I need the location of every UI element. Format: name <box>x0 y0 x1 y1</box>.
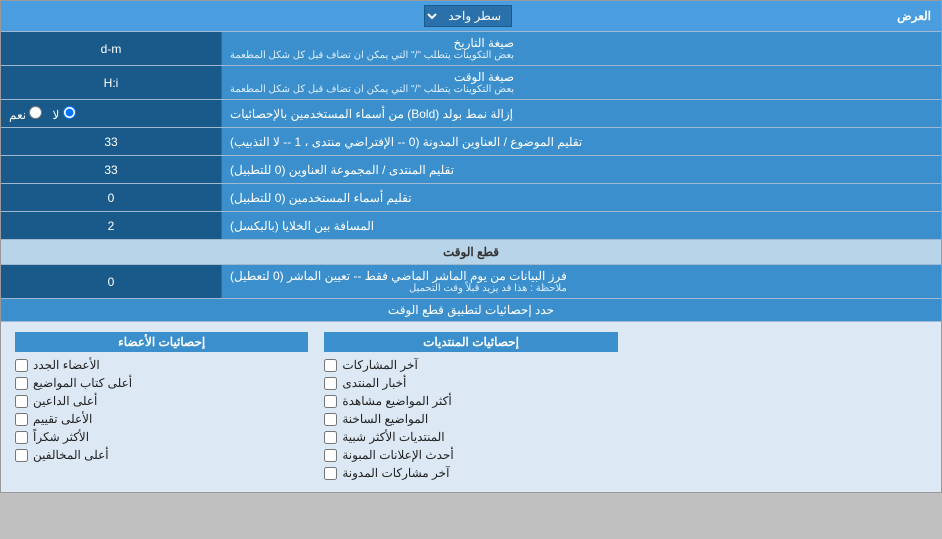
bold-remove-radio-container: لا نعم <box>1 100 221 127</box>
time-format-input-container <box>1 66 221 99</box>
display-select[interactable]: سطر واحد سطرين ثلاثة أسطر <box>424 5 512 27</box>
checkbox-item: آخر مشاركات المدونة <box>324 464 617 482</box>
time-format-label: صيغة الوقت بعض التكوينات يتطلب "/" التي … <box>221 66 941 99</box>
checkbox-mawadee-sakhina[interactable] <box>324 413 337 426</box>
apply-col <box>626 328 935 486</box>
usernames-input-container <box>1 184 221 211</box>
checkbox-ala-daeen[interactable] <box>15 395 28 408</box>
checkbox-item: الأكثر شكراً <box>15 428 308 446</box>
time-format-row: صيغة الوقت بعض التكوينات يتطلب "/" التي … <box>1 66 941 100</box>
checkbox-item: أعلى الداعين <box>15 392 308 410</box>
header-label: العرض <box>897 9 931 23</box>
radio-yes-label: نعم <box>9 106 42 122</box>
checkbox-item: الأعلى تقييم <box>15 410 308 428</box>
checkbox-akhir-musharkaat[interactable] <box>324 359 337 372</box>
filter-input-container <box>1 265 221 298</box>
checkbox-item: آخر المشاركات <box>324 356 617 374</box>
header-row: العرض سطر واحد سطرين ثلاثة أسطر <box>1 1 941 32</box>
checkbox-aadaa-judud[interactable] <box>15 359 28 372</box>
forum-titles-row: تقليم المنتدى / المجموعة العناوين (0 للت… <box>1 156 941 184</box>
checkbox-item: المواضيع الساخنة <box>324 410 617 428</box>
forum-stats-header: إحصائيات المنتديات <box>324 332 617 352</box>
checkbox-item: أحدث الإعلانات المبونة <box>324 446 617 464</box>
checkbox-item: أكثر المواضيع مشاهدة <box>324 392 617 410</box>
topic-titles-label: تقليم الموضوع / العناوين المدونة (0 -- ا… <box>221 128 941 155</box>
checkbox-item: أعلى المخالفين <box>15 446 308 464</box>
topic-titles-input[interactable] <box>7 135 215 149</box>
member-stats-col: إحصائيات الأعضاء الأعضاء الجدد أعلى كتاب… <box>7 328 316 486</box>
checkbox-ala-mukhalifeen[interactable] <box>15 449 28 462</box>
main-container: العرض سطر واحد سطرين ثلاثة أسطر صيغة الت… <box>0 0 942 493</box>
checkbox-ala-taqyeem[interactable] <box>15 413 28 426</box>
checkbox-item: الأعضاء الجدد <box>15 356 308 374</box>
checkbox-ilanaat[interactable] <box>324 449 337 462</box>
checkbox-item: المنتديات الأكثر شبية <box>324 428 617 446</box>
space-cells-row: المسافة بين الخلايا (بالبكسل) <box>1 212 941 240</box>
stats-grid: إحصائيات المنتديات آخر المشاركات أخبار ا… <box>7 328 935 486</box>
radio-yes[interactable] <box>29 106 42 119</box>
date-format-input[interactable] <box>7 42 215 56</box>
filter-input[interactable] <box>7 275 215 289</box>
checkbox-item: أخبار المنتدى <box>324 374 617 392</box>
forum-titles-label: تقليم المنتدى / المجموعة العناوين (0 للت… <box>221 156 941 183</box>
bottom-section: إحصائيات المنتديات آخر المشاركات أخبار ا… <box>1 322 941 492</box>
checkbox-akthar-shukr[interactable] <box>15 431 28 444</box>
time-format-input[interactable] <box>7 76 215 90</box>
usernames-row: تقليم أسماء المستخدمين (0 للتطبيل) <box>1 184 941 212</box>
date-format-label: صيغة التاريخ بعض التكوينات يتطلب "/" الت… <box>221 32 941 65</box>
date-format-row: صيغة التاريخ بعض التكوينات يتطلب "/" الت… <box>1 32 941 66</box>
checkbox-item: أعلى كتاب المواضيع <box>15 374 308 392</box>
space-cells-input[interactable] <box>7 219 215 233</box>
checkbox-ala-kutab[interactable] <box>15 377 28 390</box>
bold-remove-label: إزالة نمط بولد (Bold) من أسماء المستخدمي… <box>221 100 941 127</box>
radio-no[interactable] <box>63 106 76 119</box>
checkbox-akhbar-muntada[interactable] <box>324 377 337 390</box>
topic-titles-row: تقليم الموضوع / العناوين المدونة (0 -- ا… <box>1 128 941 156</box>
apply-row: حدد إحصائيات لتطبيق قطع الوقت <box>1 299 941 322</box>
cut-time-section-header: قطع الوقت <box>1 240 941 265</box>
checkbox-muntadiyat[interactable] <box>324 431 337 444</box>
usernames-label: تقليم أسماء المستخدمين (0 للتطبيل) <box>221 184 941 211</box>
checkbox-akthar-mawadee[interactable] <box>324 395 337 408</box>
bold-remove-row: إزالة نمط بولد (Bold) من أسماء المستخدمي… <box>1 100 941 128</box>
radio-no-label: لا <box>52 106 75 122</box>
checkbox-akhir-madawina[interactable] <box>324 467 337 480</box>
usernames-input[interactable] <box>7 191 215 205</box>
space-cells-label: المسافة بين الخلايا (بالبكسل) <box>221 212 941 239</box>
space-cells-input-container <box>1 212 221 239</box>
filter-label: فرز البيانات من يوم الماشر الماضي فقط --… <box>221 265 941 298</box>
topic-titles-input-container <box>1 128 221 155</box>
forum-titles-input[interactable] <box>7 163 215 177</box>
forum-stats-col: إحصائيات المنتديات آخر المشاركات أخبار ا… <box>316 328 625 486</box>
forum-titles-input-container <box>1 156 221 183</box>
member-stats-header: إحصائيات الأعضاء <box>15 332 308 352</box>
filter-row: فرز البيانات من يوم الماشر الماضي فقط --… <box>1 265 941 299</box>
date-format-input-container <box>1 32 221 65</box>
